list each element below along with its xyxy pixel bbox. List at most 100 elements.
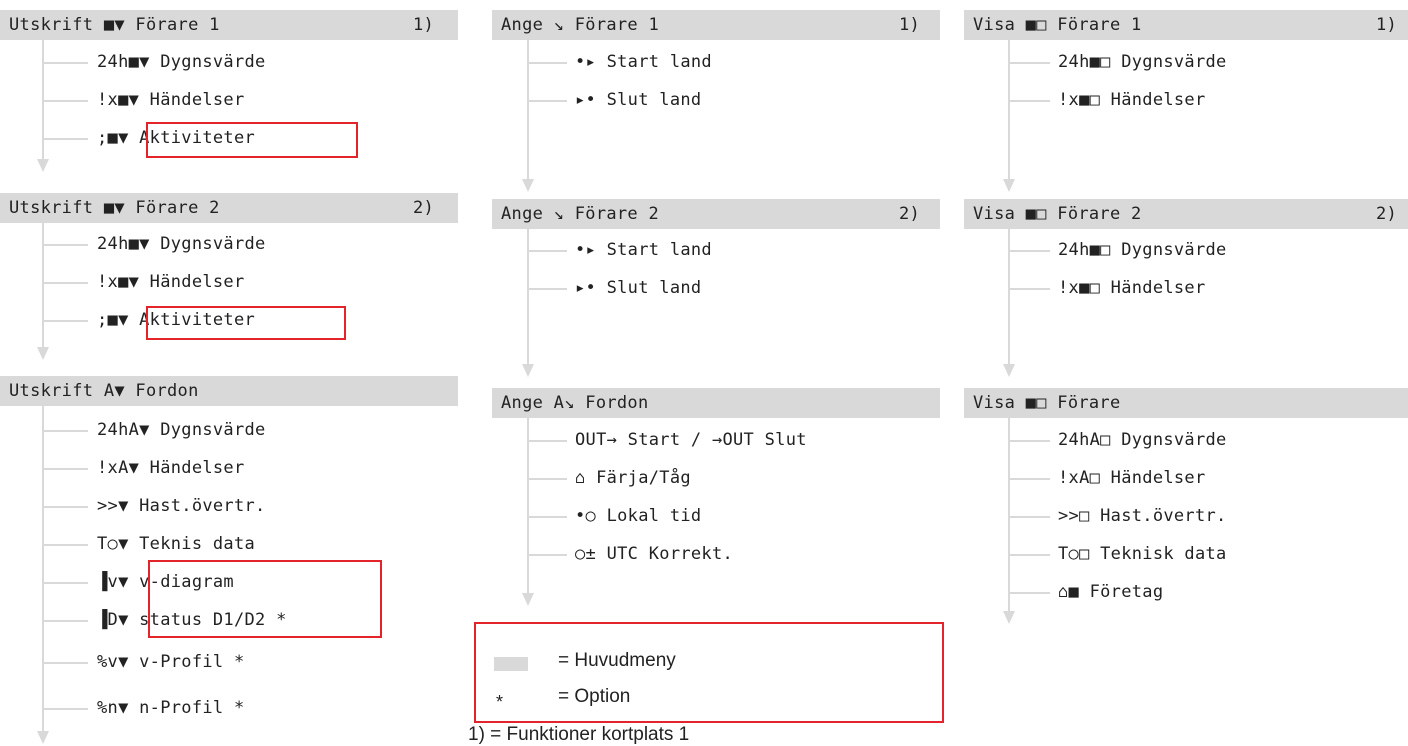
menu-item[interactable]: 24h■□ Dygnsvärde — [1008, 238, 1398, 262]
arrow-down-icon — [1003, 611, 1015, 624]
tree-branch — [42, 430, 88, 432]
menu-item[interactable]: !xA▼ Händelser — [42, 456, 422, 480]
print-menu-column: Utskrift ■▼ Förare 1 1) 24h■▼ Dygnsvärde… — [0, 0, 460, 746]
menu-item[interactable]: !x■▼ Händelser — [42, 270, 422, 294]
legend-option-label: = Option — [558, 686, 631, 707]
menu-header-note: 1) — [1376, 15, 1398, 35]
menu-item-label: 24h■□ Dygnsvärde — [1058, 52, 1227, 72]
menu-item[interactable]: !x■□ Händelser — [1008, 276, 1398, 300]
menu-item[interactable]: 24h■□ Dygnsvärde — [1008, 50, 1398, 74]
menu-item[interactable]: OUT→ Start / →OUT Slut — [527, 428, 927, 452]
menu-header-input-driver-2[interactable]: Ange ↘ Förare 2 2) — [492, 199, 940, 229]
menu-item[interactable]: •○ Lokal tid — [527, 504, 927, 528]
menu-header-input-vehicle[interactable]: Ange A↘ Fordon — [492, 388, 940, 418]
menu-header-title: Visa ■□ Förare — [973, 393, 1121, 413]
tree-branch — [1008, 100, 1050, 102]
menu-item[interactable]: %n▼ n-Profil * — [42, 696, 422, 720]
menu-header-print-vehicle[interactable]: Utskrift A▼ Fordon — [0, 376, 458, 406]
menu-item-label: 24h■▼ Dygnsvärde — [97, 234, 266, 254]
menu-item[interactable]: 24h■▼ Dygnsvärde — [42, 232, 422, 256]
tree-branch — [1008, 250, 1050, 252]
tree-branch — [42, 708, 88, 710]
menu-item[interactable]: 24h■▼ Dygnsvärde — [42, 50, 422, 74]
menu-item[interactable]: >>□ Hast.övertr. — [1008, 504, 1398, 528]
menu-item[interactable]: •▸ Start land — [527, 238, 927, 262]
menu-item-label: >>▼ Hast.övertr. — [97, 496, 266, 516]
menu-item-label: !x■▼ Händelser — [97, 272, 245, 292]
menu-item-label: ▸• Slut land — [575, 90, 702, 110]
menu-header-title: Ange ↘ Förare 1 — [501, 15, 660, 35]
tree-branch — [527, 250, 567, 252]
menu-item[interactable]: T○□ Teknisk data — [1008, 542, 1398, 566]
menu-item-label: %v▼ v-Profil * — [97, 652, 245, 672]
menu-item[interactable]: ⌂ Färja/Tåg — [527, 466, 927, 490]
menu-header-print-driver-2[interactable]: Utskrift ■▼ Förare 2 2) — [0, 193, 458, 223]
menu-item-label: ⌂■ Företag — [1058, 582, 1164, 602]
menu-item-label: !x■▼ Händelser — [97, 90, 245, 110]
menu-item-label: •○ Lokal tid — [575, 506, 702, 526]
tree-branch — [42, 662, 88, 664]
menu-item[interactable]: !x■□ Händelser — [1008, 88, 1398, 112]
tree-branch — [42, 282, 88, 284]
menu-item[interactable]: !x■▼ Händelser — [42, 88, 422, 112]
arrow-down-icon — [1003, 364, 1015, 377]
menu-header-note: 1) — [413, 15, 435, 35]
legend-main-menu-label: = Huvudmeny — [558, 650, 676, 671]
menu-item[interactable]: T○▼ Teknis data — [42, 532, 422, 556]
tree-branch — [527, 554, 567, 556]
menu-item-label: 24hA▼ Dygnsvärde — [97, 420, 266, 440]
menu-item-label: 24h■▼ Dygnsvärde — [97, 52, 266, 72]
tree-branch — [42, 62, 88, 64]
tree-branch — [42, 138, 88, 140]
menu-item[interactable]: •▸ Start land — [527, 50, 927, 74]
menu-item-label: 24h■□ Dygnsvärde — [1058, 240, 1227, 260]
menu-item-label: !xA□ Händelser — [1058, 468, 1206, 488]
arrow-down-icon — [1003, 179, 1015, 192]
tree-branch — [42, 100, 88, 102]
menu-header-print-driver-1[interactable]: Utskrift ■▼ Förare 1 1) — [0, 10, 458, 40]
tree-branch — [42, 506, 88, 508]
menu-item[interactable]: ▸• Slut land — [527, 88, 927, 112]
menu-header-title: Visa ■□ Förare 2 — [973, 204, 1142, 224]
menu-header-title: Utskrift ■▼ Förare 2 — [9, 198, 220, 218]
menu-item[interactable]: ▸• Slut land — [527, 276, 927, 300]
menu-item-label: ⌂ Färja/Tåg — [575, 468, 691, 488]
display-menu-column: Visa ■□ Förare 1 1) 24h■□ Dygnsvärde !x■… — [964, 0, 1408, 746]
menu-item-label: T○□ Teknisk data — [1058, 544, 1227, 564]
menu-header-note: 1) — [899, 15, 921, 35]
tree-branch — [527, 62, 567, 64]
highlight-box — [146, 306, 346, 340]
menu-header-display-driver-1[interactable]: Visa ■□ Förare 1 1) — [964, 10, 1408, 40]
menu-header-title: Visa ■□ Förare 1 — [973, 15, 1142, 35]
menu-header-note: 2) — [899, 204, 921, 224]
menu-item-label: •▸ Start land — [575, 240, 712, 260]
menu-header-display-driver-2[interactable]: Visa ■□ Förare 2 2) — [964, 199, 1408, 229]
menu-item-label: >>□ Hast.övertr. — [1058, 506, 1227, 526]
menu-item[interactable]: 24hA□ Dygnsvärde — [1008, 428, 1398, 452]
arrow-down-icon — [37, 159, 49, 172]
menu-header-title: Utskrift A▼ Fordon — [9, 381, 199, 401]
main-menu-swatch — [494, 657, 528, 671]
menu-header-display-vehicle[interactable]: Visa ■□ Förare — [964, 388, 1408, 418]
tree-branch — [1008, 288, 1050, 290]
tree-branch — [42, 468, 88, 470]
menu-header-input-driver-1[interactable]: Ange ↘ Förare 1 1) — [492, 10, 940, 40]
highlight-box — [146, 122, 358, 158]
menu-item[interactable]: ○± UTC Korrekt. — [527, 542, 927, 566]
menu-item[interactable]: ⌂■ Företag — [1008, 580, 1398, 604]
menu-header-note: 2) — [1376, 204, 1398, 224]
menu-item[interactable]: >>▼ Hast.övertr. — [42, 494, 422, 518]
menu-item[interactable]: 24hA▼ Dygnsvärde — [42, 418, 422, 442]
highlight-box — [148, 560, 382, 638]
menu-item[interactable]: %v▼ v-Profil * — [42, 650, 422, 674]
tree-branch — [527, 100, 567, 102]
menu-item-label: !x■□ Händelser — [1058, 90, 1206, 110]
arrow-down-icon — [37, 347, 49, 360]
tree-branch — [527, 478, 567, 480]
menu-item-label: ○± UTC Korrekt. — [575, 544, 734, 564]
tree-branch — [42, 244, 88, 246]
tree-branch — [42, 582, 88, 584]
menu-item-label: ▸• Slut land — [575, 278, 702, 298]
tree-branch — [1008, 62, 1050, 64]
menu-item[interactable]: !xA□ Händelser — [1008, 466, 1398, 490]
